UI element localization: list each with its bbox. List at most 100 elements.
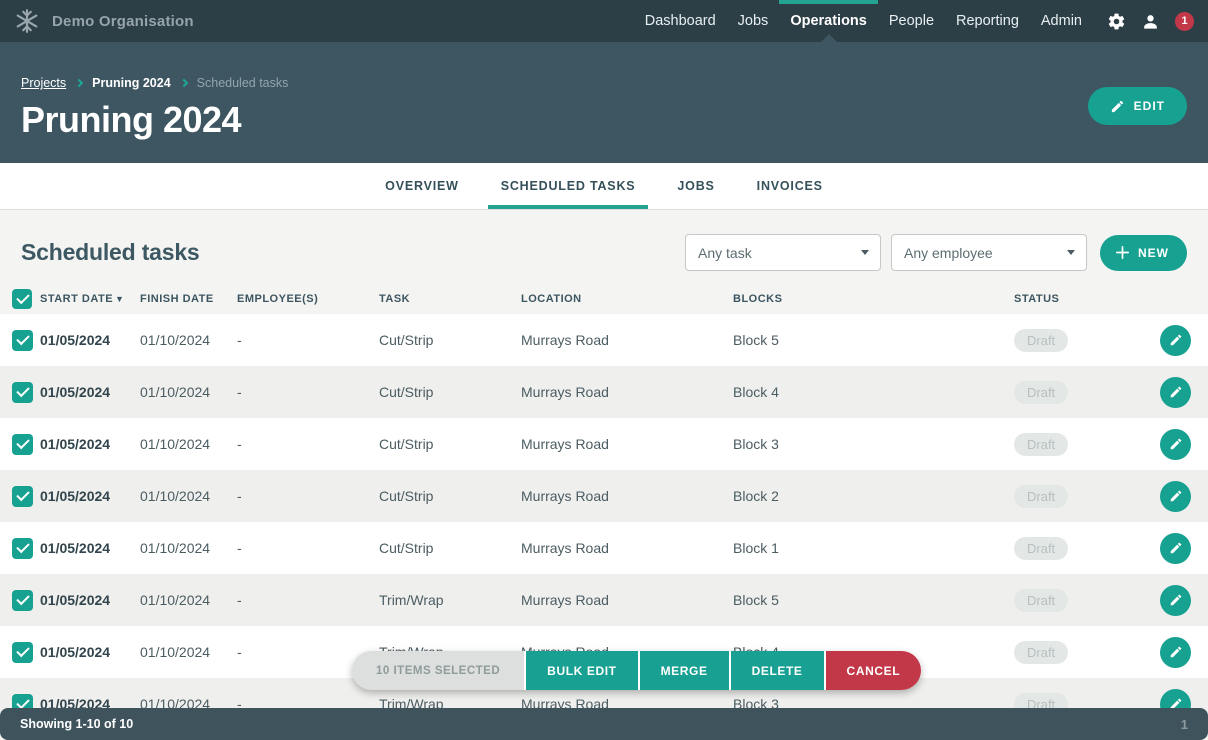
status-badge: Draft — [1014, 381, 1068, 404]
table-row: 01/05/2024 01/10/2024 - Cut/Strip Murray… — [0, 470, 1208, 522]
tab-invoices[interactable]: INVOICES — [744, 163, 836, 209]
column-header-start-date[interactable]: START DATE▼ — [40, 293, 140, 305]
scheduled-tasks-section: Scheduled tasks Any task Any employee — [0, 210, 1208, 708]
section-header: Scheduled tasks Any task Any employee — [0, 210, 1208, 271]
tab-jobs[interactable]: JOBS — [664, 163, 727, 209]
page-title: Pruning 2024 — [21, 99, 1187, 141]
merge-button[interactable]: MERGE — [638, 651, 729, 690]
settings-gear-icon[interactable] — [1107, 12, 1126, 31]
cell-finish-date: 01/10/2024 — [140, 384, 237, 400]
user-account-icon[interactable] — [1141, 12, 1160, 31]
column-header-location[interactable]: LOCATION — [521, 293, 733, 305]
edit-button-label: EDIT — [1134, 99, 1165, 113]
edit-project-button[interactable]: EDIT — [1088, 87, 1187, 125]
cell-finish-date: 01/10/2024 — [140, 644, 237, 660]
nav-item-jobs[interactable]: Jobs — [727, 0, 780, 42]
page-number[interactable]: 1 — [1181, 717, 1188, 732]
cancel-button[interactable]: CANCEL — [824, 651, 922, 690]
notification-badge[interactable]: 1 — [1175, 12, 1194, 31]
cell-start-date: 01/05/2024 — [40, 332, 140, 348]
cell-start-date: 01/05/2024 — [40, 436, 140, 452]
row-checkbox[interactable] — [12, 538, 33, 559]
row-edit-button[interactable] — [1160, 429, 1191, 460]
row-checkbox[interactable] — [12, 642, 33, 663]
cell-task: Cut/Strip — [379, 332, 521, 348]
column-header-finish-date[interactable]: FINISH DATE — [140, 293, 237, 305]
bulk-edit-button[interactable]: BULK EDIT — [524, 651, 637, 690]
cell-task: Cut/Strip — [379, 488, 521, 504]
row-edit-button[interactable] — [1160, 533, 1191, 564]
cell-start-date: 01/05/2024 — [40, 592, 140, 608]
table-row: 01/05/2024 01/10/2024 - Cut/Strip Murray… — [0, 314, 1208, 366]
nav-icons: 1 — [1107, 0, 1194, 42]
tab-overview[interactable]: OVERVIEW — [372, 163, 472, 209]
nav-item-operations[interactable]: Operations — [779, 0, 878, 42]
status-badge: Draft — [1014, 329, 1068, 352]
new-task-button[interactable]: NEW — [1100, 235, 1187, 271]
row-edit-button[interactable] — [1160, 585, 1191, 616]
pencil-icon — [1169, 385, 1183, 399]
row-checkbox[interactable] — [12, 382, 33, 403]
cell-employees: - — [237, 488, 379, 504]
project-tabs: OVERVIEW SCHEDULED TASKS JOBS INVOICES — [0, 163, 1208, 210]
cell-finish-date: 01/10/2024 — [140, 540, 237, 556]
table-row: 01/05/2024 01/10/2024 - Trim/Wrap Murray… — [0, 574, 1208, 626]
org-brand[interactable]: Demo Organisation — [14, 0, 194, 42]
nav-item-people[interactable]: People — [878, 0, 945, 42]
pagination-footer: Showing 1-10 of 10 1 — [0, 708, 1208, 740]
cell-task: Cut/Strip — [379, 436, 521, 452]
cell-finish-date: 01/10/2024 — [140, 488, 237, 504]
cell-start-date: 01/05/2024 — [40, 488, 140, 504]
cell-location: Murrays Road — [521, 592, 733, 608]
row-checkbox[interactable] — [12, 486, 33, 507]
bulk-action-bar: 10 ITEMS SELECTED BULK EDITMERGEDELETECA… — [352, 651, 921, 690]
row-edit-button[interactable] — [1160, 481, 1191, 512]
row-checkbox[interactable] — [12, 434, 33, 455]
sort-desc-icon: ▼ — [115, 294, 124, 304]
table-row: 01/05/2024 01/10/2024 - Cut/Strip Murray… — [0, 418, 1208, 470]
table-row: 01/05/2024 01/10/2024 - Cut/Strip Murray… — [0, 522, 1208, 574]
breadcrumb-projects[interactable]: Projects — [21, 76, 66, 90]
selection-count-label: 10 ITEMS SELECTED — [352, 651, 524, 690]
nav-item-dashboard[interactable]: Dashboard — [634, 0, 727, 42]
nav-item-admin[interactable]: Admin — [1030, 0, 1093, 42]
cell-finish-date: 01/10/2024 — [140, 436, 237, 452]
cell-location: Murrays Road — [521, 384, 733, 400]
row-checkbox[interactable] — [12, 590, 33, 611]
new-button-label: NEW — [1138, 246, 1169, 260]
cell-finish-date: 01/10/2024 — [140, 332, 237, 348]
status-badge: Draft — [1014, 641, 1068, 664]
employee-filter-select[interactable]: Any employee — [891, 234, 1087, 271]
showing-count-label: Showing 1-10 of 10 — [20, 717, 133, 731]
column-header-status[interactable]: STATUS — [1014, 293, 1160, 305]
status-badge: Draft — [1014, 485, 1068, 508]
status-badge: Draft — [1014, 537, 1068, 560]
cell-location: Murrays Road — [521, 540, 733, 556]
cell-blocks: Block 4 — [733, 384, 1014, 400]
column-header-blocks[interactable]: BLOCKS — [733, 293, 1014, 305]
breadcrumb-project[interactable]: Pruning 2024 — [92, 76, 171, 90]
delete-button[interactable]: DELETE — [729, 651, 824, 690]
cell-start-date: 01/05/2024 — [40, 384, 140, 400]
row-edit-button[interactable] — [1160, 325, 1191, 356]
filters: Any task Any employee NEW — [685, 234, 1187, 271]
row-edit-button[interactable] — [1160, 377, 1191, 408]
select-all-checkbox[interactable] — [12, 289, 32, 309]
row-edit-button[interactable] — [1160, 637, 1191, 668]
cell-employees: - — [237, 540, 379, 556]
tab-scheduled-tasks[interactable]: SCHEDULED TASKS — [488, 163, 649, 209]
cell-location: Murrays Road — [521, 488, 733, 504]
cell-start-date: 01/05/2024 — [40, 540, 140, 556]
table-row: 01/05/2024 01/10/2024 - Cut/Strip Murray… — [0, 366, 1208, 418]
column-header-task[interactable]: TASK — [379, 293, 521, 305]
nav-item-reporting[interactable]: Reporting — [945, 0, 1030, 42]
task-filter-select[interactable]: Any task — [685, 234, 881, 271]
column-header-employees[interactable]: EMPLOYEE(S) — [237, 293, 379, 305]
cell-employees: - — [237, 436, 379, 452]
row-checkbox[interactable] — [12, 330, 33, 351]
pencil-icon — [1169, 333, 1183, 347]
pencil-icon — [1169, 645, 1183, 659]
pencil-icon — [1169, 593, 1183, 607]
pencil-icon — [1110, 99, 1125, 114]
cell-blocks: Block 3 — [733, 436, 1014, 452]
